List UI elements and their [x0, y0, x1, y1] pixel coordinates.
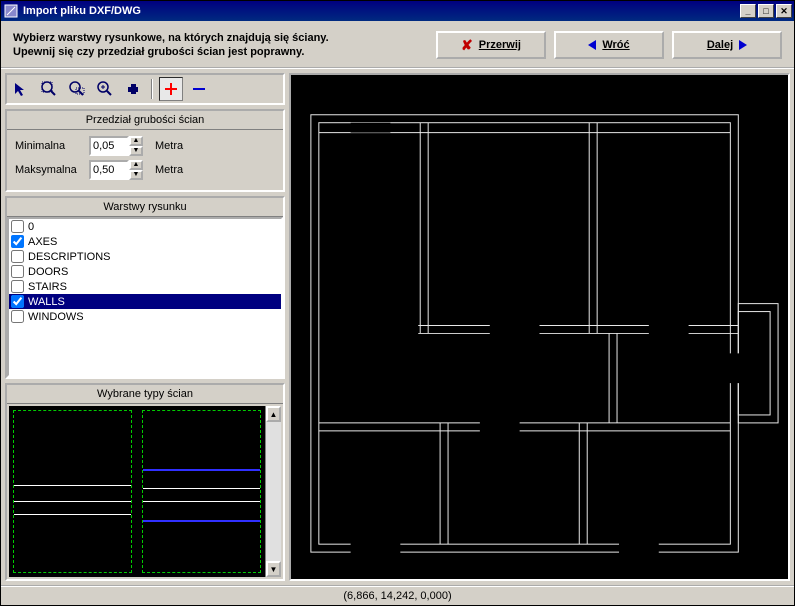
scroll-down[interactable]: ▼: [266, 561, 281, 577]
layer-checkbox[interactable]: [11, 280, 24, 293]
max-thickness-input[interactable]: [89, 160, 129, 180]
layer-checkbox[interactable]: [11, 220, 24, 233]
wall-types-group: Wybrane typy ścian: [5, 383, 285, 581]
layer-name: DOORS: [28, 266, 68, 278]
arrow-left-icon: [588, 40, 596, 50]
scroll-up[interactable]: ▲: [266, 406, 281, 422]
remove-layer-tool[interactable]: [187, 77, 211, 101]
layer-checkbox[interactable]: [11, 295, 24, 308]
max-unit: Metra: [155, 164, 183, 176]
layer-item-descriptions[interactable]: DESCRIPTIONS: [9, 249, 281, 264]
layer-item-walls[interactable]: WALLS: [9, 294, 281, 309]
arrow-right-icon: [739, 40, 747, 50]
layer-name: STAIRS: [28, 281, 67, 293]
min-label: Minimalna: [15, 140, 83, 152]
min-spin-down[interactable]: ▼: [129, 146, 143, 156]
cancel-button[interactable]: ✘ Przerwij: [436, 31, 546, 59]
minus-icon: [192, 82, 206, 96]
app-icon: [3, 3, 19, 19]
toolbar-divider: [151, 79, 153, 99]
layers-title: Warstwy rysunku: [7, 198, 283, 217]
layer-item-doors[interactable]: DOORS: [9, 264, 281, 279]
view-toolbar: [5, 73, 285, 105]
drawing-viewport[interactable]: [289, 73, 790, 581]
thickness-group: Przedział grubości ścian Minimalna ▲▼ Me…: [5, 109, 285, 192]
layer-checkbox[interactable]: [11, 235, 24, 248]
wizard-header: Wybierz warstwy rysunkowe, na których zn…: [1, 21, 794, 69]
max-spin-down[interactable]: ▼: [129, 170, 143, 180]
layer-name: WALLS: [28, 296, 65, 308]
layer-item-axes[interactable]: AXES: [9, 234, 281, 249]
layer-list[interactable]: 0 AXES DESCRIPTIONS DOORS STAIRS WALLS WINDOWS: [7, 217, 283, 377]
add-layer-tool[interactable]: [159, 77, 183, 101]
layer-name: WINDOWS: [28, 311, 84, 323]
window-title: Import pliku DXF/DWG: [23, 5, 740, 17]
min-thickness-input[interactable]: [89, 136, 129, 156]
wall-types-scrollbar[interactable]: ▲ ▼: [265, 406, 281, 577]
plus-icon: [164, 82, 178, 96]
layer-item-windows[interactable]: WINDOWS: [9, 309, 281, 324]
min-spin-up[interactable]: ▲: [129, 136, 143, 146]
max-label: Maksymalna: [15, 164, 83, 176]
zoom-window-tool[interactable]: [65, 77, 89, 101]
close-button[interactable]: ✕: [776, 4, 792, 18]
layer-checkbox[interactable]: [11, 310, 24, 323]
coordinates: (6,866, 14,242, 0,000): [343, 590, 451, 602]
max-spin-up[interactable]: ▲: [129, 160, 143, 170]
wall-types-canvas[interactable]: [13, 410, 261, 573]
layer-name: AXES: [28, 236, 57, 248]
minimize-button[interactable]: _: [740, 4, 756, 18]
back-button[interactable]: Wróć: [554, 31, 664, 59]
wall-types-title: Wybrane typy ścian: [7, 385, 283, 404]
layer-item-0[interactable]: 0: [9, 219, 281, 234]
cancel-icon: ✘: [461, 37, 473, 54]
layer-checkbox[interactable]: [11, 265, 24, 278]
layer-name: DESCRIPTIONS: [28, 251, 111, 263]
thickness-title: Przedział grubości ścian: [7, 111, 283, 130]
maximize-button[interactable]: □: [758, 4, 774, 18]
layer-checkbox[interactable]: [11, 250, 24, 263]
import-dxf-window: Import pliku DXF/DWG _ □ ✕ Wybierz warst…: [0, 0, 795, 606]
layer-name: 0: [28, 221, 34, 233]
titlebar: Import pliku DXF/DWG _ □ ✕: [1, 1, 794, 21]
zoom-in-tool[interactable]: [93, 77, 117, 101]
min-unit: Metra: [155, 140, 183, 152]
statusbar: (6,866, 14,242, 0,000): [1, 585, 794, 605]
layers-group: Warstwy rysunku 0 AXES DESCRIPTIONS DOORS ST…: [5, 196, 285, 379]
next-button[interactable]: Dalej: [672, 31, 782, 59]
header-instructions: Wybierz warstwy rysunkowe, na których zn…: [13, 31, 428, 59]
pointer-tool[interactable]: [9, 77, 33, 101]
pan-tool[interactable]: [121, 77, 145, 101]
left-panel: Przedział grubości ścian Minimalna ▲▼ Me…: [1, 69, 289, 585]
zoom-extents-tool[interactable]: [37, 77, 61, 101]
layer-item-stairs[interactable]: STAIRS: [9, 279, 281, 294]
scroll-track[interactable]: [266, 422, 281, 561]
